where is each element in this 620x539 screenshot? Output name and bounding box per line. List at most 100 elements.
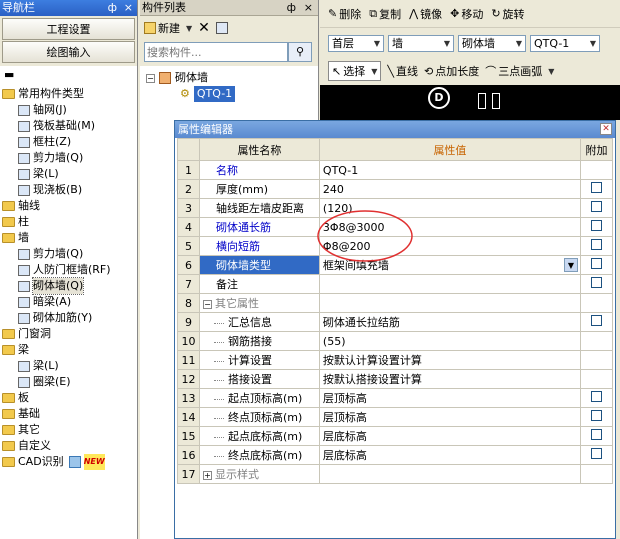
search-icon[interactable]: ⚲ xyxy=(288,42,312,62)
extra-checkbox[interactable] xyxy=(590,429,602,440)
move-button[interactable]: ✥ 移动 xyxy=(450,6,483,22)
extra-checkbox[interactable] xyxy=(590,410,602,421)
nav-tree-item[interactable]: 砌体加筋(Y) xyxy=(0,310,137,326)
nav-tree-item[interactable]: 人防门框墙(RF) xyxy=(0,262,137,278)
property-value[interactable]: 按默认搭接设置计算 xyxy=(318,369,581,389)
property-row[interactable]: 9 汇总信息 砌体通长拉结筋 xyxy=(177,312,614,332)
nav-folder[interactable]: 其它 xyxy=(0,422,137,438)
property-value[interactable]: 3Φ8@3000 xyxy=(318,217,581,237)
search-input[interactable] xyxy=(144,42,288,62)
property-row[interactable]: 3 轴线距左墙皮距离 (120) xyxy=(177,198,614,218)
nav-tree-item[interactable]: 剪力墙(Q) xyxy=(0,150,137,166)
property-value[interactable]: 按默认计算设置计算 xyxy=(318,350,581,370)
nav-tree-item[interactable]: 梁(L) xyxy=(0,358,137,374)
drawing-input-button[interactable]: 绘图输入 xyxy=(2,41,135,63)
property-row[interactable]: 11 计算设置 按默认计算设置计算 xyxy=(177,350,614,370)
property-row[interactable]: 7 备注 xyxy=(177,274,614,294)
nav-tree-item[interactable]: 框柱(Z) xyxy=(0,134,137,150)
extra-checkbox[interactable] xyxy=(590,239,602,250)
nav-folder[interactable]: 轴线 xyxy=(0,198,137,214)
nav-folder[interactable]: 基础 xyxy=(0,406,137,422)
nav-folder[interactable]: 墙 xyxy=(0,230,137,246)
property-row[interactable]: 17 + 显示样式 xyxy=(177,464,614,484)
project-settings-button[interactable]: 工程设置 xyxy=(2,18,135,40)
arc-button[interactable]: ⌒ 三点画弧 ▼ xyxy=(485,63,554,79)
close-icon[interactable]: × xyxy=(304,0,313,16)
property-value[interactable] xyxy=(318,274,581,294)
delete-x-icon[interactable]: ✕ xyxy=(198,20,210,36)
nav-tree-item[interactable]: 筏板基础(M) xyxy=(0,118,137,134)
collapse-minus-icon[interactable]: − xyxy=(146,73,155,83)
property-row[interactable]: 12 搭接设置 按默认搭接设置计算 xyxy=(177,369,614,389)
property-value[interactable]: 层底标高 xyxy=(318,426,581,446)
copy-button[interactable]: ⧉ 复制 xyxy=(369,6,401,22)
property-value[interactable]: 层底标高 xyxy=(318,445,581,465)
component-select[interactable]: QTQ-1 ▼ xyxy=(530,34,600,52)
collapse-minus-icon[interactable]: − xyxy=(202,300,212,309)
nav-folder[interactable]: 梁 xyxy=(0,342,137,358)
property-row[interactable]: 2 厚度(mm) 240 xyxy=(177,179,614,199)
expand-plus-icon[interactable]: + xyxy=(202,471,212,480)
close-icon[interactable]: ✕ xyxy=(600,123,612,135)
property-row[interactable]: 8− 其它属性 xyxy=(177,293,614,313)
close-icon[interactable]: × xyxy=(124,0,133,16)
extra-checkbox[interactable] xyxy=(590,258,602,269)
new-button[interactable]: 新建 ▼ xyxy=(144,20,192,36)
nav-collapse-icon[interactable]: ▬ xyxy=(0,66,137,84)
point-length-button[interactable]: ⟲ 点加长度 xyxy=(424,63,479,79)
property-value[interactable]: QTQ-1 xyxy=(318,160,581,180)
copy-icon[interactable] xyxy=(215,22,228,34)
property-value[interactable]: 框架间填充墙 ▼ xyxy=(318,255,581,275)
floor-select[interactable]: 首层 ▼ xyxy=(328,34,384,52)
property-value[interactable] xyxy=(318,464,581,484)
nav-tree-item[interactable]: 砌体墙(Q) xyxy=(0,277,137,295)
property-value[interactable]: 层顶标高 xyxy=(318,388,581,408)
property-value[interactable]: (55) xyxy=(318,331,581,351)
rotate-button[interactable]: ↻ 旋转 xyxy=(491,6,524,22)
property-value[interactable]: 砌体通长拉结筋 xyxy=(318,312,581,332)
nav-folder[interactable]: 柱 xyxy=(0,214,137,230)
extra-checkbox[interactable] xyxy=(590,277,602,288)
tree-root[interactable]: − 砌体墙 xyxy=(146,70,312,86)
mirror-button[interactable]: ⋀ 镜像 xyxy=(409,6,442,22)
extra-checkbox[interactable] xyxy=(590,201,602,212)
extra-checkbox[interactable] xyxy=(590,182,602,193)
property-value[interactable]: 240 xyxy=(318,179,581,199)
property-row[interactable]: 14 终点顶标高(m) 层顶标高 xyxy=(177,407,614,427)
category-select[interactable]: 墙 ▼ xyxy=(388,34,454,52)
drawing-canvas[interactable]: D xyxy=(320,85,620,120)
extra-checkbox[interactable] xyxy=(590,220,602,231)
property-value[interactable]: (120) xyxy=(318,198,581,218)
line-button[interactable]: ╲ 直线 xyxy=(387,63,418,79)
subcategory-select[interactable]: 砌体墙 ▼ xyxy=(458,34,526,52)
property-row[interactable]: 5 横向短筋 Φ8@200 xyxy=(177,236,614,256)
extra-checkbox[interactable] xyxy=(590,448,602,459)
property-row[interactable]: 1 名称 QTQ-1 xyxy=(177,160,614,180)
nav-tree-item[interactable]: 轴网(J) xyxy=(0,102,137,118)
chevron-down-icon[interactable]: ▼ xyxy=(563,258,578,272)
nav-folder[interactable]: 板 xyxy=(0,390,137,406)
nav-tree-item[interactable]: 暗梁(A) xyxy=(0,294,137,310)
property-value[interactable] xyxy=(318,293,581,313)
nav-tree-item[interactable]: 剪力墙(Q) xyxy=(0,246,137,262)
nav-tree-item[interactable]: 梁(L) xyxy=(0,166,137,182)
property-row[interactable]: 15 起点底标高(m) 层底标高 xyxy=(177,426,614,446)
extra-checkbox[interactable] xyxy=(590,391,602,402)
nav-folder[interactable]: CAD识别 NEW xyxy=(0,454,137,470)
property-row[interactable]: 6 砌体墙类型 框架间填充墙 ▼ xyxy=(177,255,614,275)
property-row[interactable]: 16 终点底标高(m) 层底标高 xyxy=(177,445,614,465)
nav-tree-item[interactable]: 圈梁(E) xyxy=(0,374,137,390)
tree-child[interactable]: ⚙ QTQ-1 xyxy=(146,86,312,102)
property-row[interactable]: 4 砌体通长筋 3Φ8@3000 xyxy=(177,217,614,237)
property-value[interactable]: 层顶标高 xyxy=(318,407,581,427)
property-row[interactable]: 13 起点顶标高(m) 层顶标高 xyxy=(177,388,614,408)
nav-folder[interactable]: 自定义 xyxy=(0,438,137,454)
pin-icon[interactable]: ф xyxy=(287,0,296,16)
property-value[interactable]: Φ8@200 xyxy=(318,236,581,256)
pin-icon[interactable]: ф xyxy=(108,0,117,16)
delete-button[interactable]: ✎ 删除 xyxy=(328,6,361,22)
nav-folder[interactable]: 门窗洞 xyxy=(0,326,137,342)
nav-tree-item[interactable]: 现浇板(B) xyxy=(0,182,137,198)
extra-checkbox[interactable] xyxy=(590,315,602,326)
property-row[interactable]: 10 钢筋搭接 (55) xyxy=(177,331,614,351)
